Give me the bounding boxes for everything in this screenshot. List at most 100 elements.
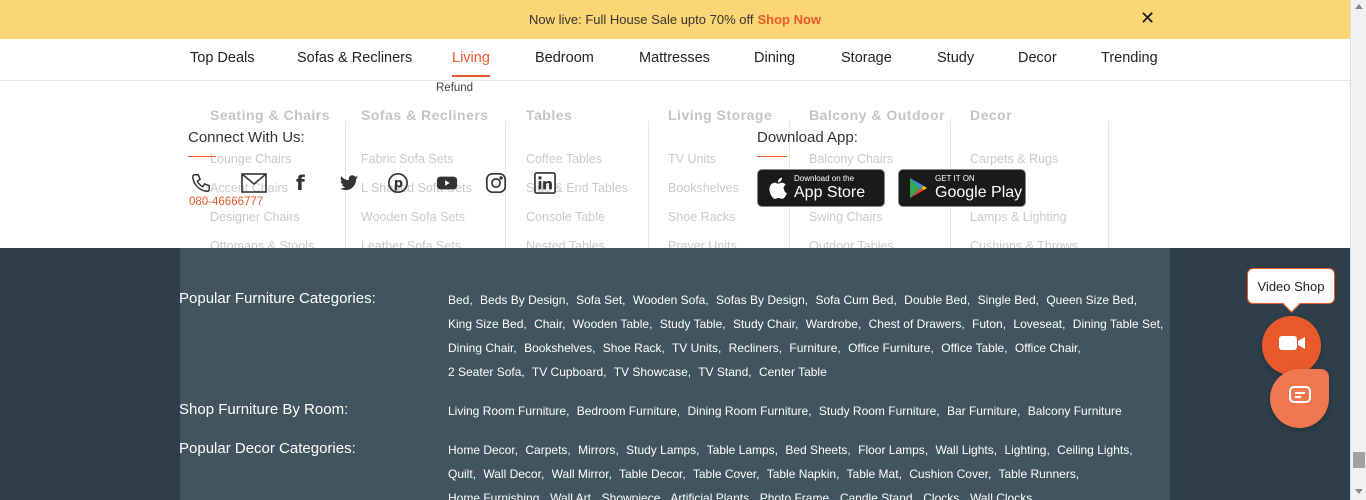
footer-link[interactable]: Bookshelves (524, 341, 592, 355)
footer-link[interactable]: Bed Sheets (785, 443, 847, 457)
mega-menu-item: Lounge Chairs (210, 152, 292, 166)
nav-item-living[interactable]: Living (452, 50, 490, 77)
footer-link[interactable]: Balcony Furniture (1028, 404, 1122, 418)
footer-link[interactable]: Sofa Set (576, 293, 622, 307)
close-icon[interactable]: ✕ (1140, 9, 1156, 27)
footer-link[interactable]: Table Runners (998, 467, 1075, 481)
nav-item-top-deals[interactable]: Top Deals (190, 50, 254, 66)
footer-link[interactable]: Wall Clocks (970, 491, 1032, 500)
nav-item-dining[interactable]: Dining (754, 50, 795, 66)
footer-link[interactable]: Floor Lamps (858, 443, 925, 457)
footer-link[interactable]: Futon (972, 317, 1003, 331)
footer-link[interactable]: TV Units (672, 341, 718, 355)
footer-link[interactable]: Wall Decor (483, 467, 541, 481)
scroll-up-arrow-icon[interactable] (1355, 4, 1363, 9)
footer-link[interactable]: Lighting (1004, 443, 1046, 457)
nav-item-study[interactable]: Study (937, 50, 974, 66)
footer-link[interactable]: Shoe Rack (603, 341, 662, 355)
pinterest-icon[interactable]: p (387, 172, 411, 196)
nav-item-sofas-recliners[interactable]: Sofas & Recliners (297, 50, 412, 66)
nav-item-trending[interactable]: Trending (1101, 50, 1158, 66)
footer-link[interactable]: Sofa Cum Bed (815, 293, 893, 307)
footer-link[interactable]: Table Decor (619, 467, 682, 481)
shop-now-link[interactable]: Shop Now (757, 12, 821, 27)
footer-link[interactable]: Wooden Table (573, 317, 649, 331)
footer-link[interactable]: Table Cover (693, 467, 756, 481)
phone-number[interactable]: 080-46666777 (189, 196, 263, 208)
footer-link[interactable]: Loveseat (1013, 317, 1062, 331)
footer-link[interactable]: Bed (448, 293, 469, 307)
footer-link[interactable]: Chair (534, 317, 562, 331)
footer-link[interactable]: Wall Mirror (552, 467, 609, 481)
footer-link[interactable]: Wall Art (550, 491, 591, 500)
footer-link[interactable]: TV Cupboard (532, 365, 603, 379)
mega-menu-column-title: Balcony & Outdoor (809, 107, 946, 123)
footer-link[interactable]: Wooden Sofa (633, 293, 706, 307)
linkedin-icon[interactable] (534, 172, 558, 196)
footer-link[interactable]: King Size Bed (448, 317, 523, 331)
footer-link[interactable]: Table Mat (847, 467, 899, 481)
footer-link[interactable]: 2 Seater Sofa (448, 365, 521, 379)
footer-link[interactable]: Study Lamps (626, 443, 696, 457)
footer-link[interactable]: Chest of Drawers (869, 317, 962, 331)
footer-link[interactable]: Candle Stand (840, 491, 913, 500)
footer-link[interactable]: Home Decor (448, 443, 515, 457)
video-shop-button[interactable] (1262, 316, 1321, 375)
footer-link[interactable]: Center Table (759, 365, 827, 379)
footer-link[interactable]: Mirrors (578, 443, 615, 457)
footer-link[interactable]: Study Room Furniture (819, 404, 936, 418)
scroll-thumb[interactable] (1353, 452, 1365, 468)
footer-link[interactable]: Beds By Design (480, 293, 565, 307)
footer-link[interactable]: Furniture (789, 341, 837, 355)
footer-link[interactable]: Sofas By Design (716, 293, 805, 307)
footer-link[interactable]: Quilt (448, 467, 473, 481)
instagram-icon[interactable] (485, 172, 509, 196)
footer-link[interactable]: TV Showcase (614, 365, 688, 379)
chat-button[interactable] (1270, 369, 1329, 428)
nav-item-storage[interactable]: Storage (841, 50, 892, 66)
google-play-badge[interactable]: GET IT ON Google Play (898, 169, 1026, 207)
footer-link[interactable]: Showpiece (602, 491, 661, 500)
scrollbar[interactable] (1350, 0, 1366, 500)
footer-link[interactable]: Ceiling Lights (1057, 443, 1129, 457)
footer-link[interactable]: Office Furniture (848, 341, 930, 355)
phone-icon[interactable] (190, 172, 214, 196)
footer-link[interactable]: Wall Lights (936, 443, 994, 457)
footer-link[interactable]: Bedroom Furniture (577, 404, 677, 418)
youtube-icon[interactable] (436, 172, 460, 196)
footer-link[interactable]: Cushion Cover (909, 467, 988, 481)
footer-link[interactable]: Carpets (525, 443, 567, 457)
footer-link[interactable]: Office Table (941, 341, 1004, 355)
footer-link[interactable]: Office Chair (1015, 341, 1077, 355)
footer-link[interactable]: Dining Table Set (1073, 317, 1160, 331)
footer-link[interactable]: Table Lamps (707, 443, 775, 457)
footer-link[interactable]: Home Furnishing (448, 491, 539, 500)
footer-link[interactable]: Study Table (660, 317, 723, 331)
footer-link[interactable]: Single Bed (978, 293, 1036, 307)
nav-item-decor[interactable]: Decor (1018, 50, 1057, 66)
footer-link[interactable]: Study Chair (733, 317, 795, 331)
twitter-icon[interactable] (338, 172, 362, 196)
footer-link[interactable]: Living Room Furniture (448, 404, 566, 418)
app-store-badge[interactable]: Download on the App Store (757, 169, 885, 207)
footer-link[interactable]: Dining Room Furniture (687, 404, 808, 418)
scroll-down-arrow-icon[interactable] (1355, 489, 1363, 494)
facebook-icon[interactable]: f (292, 171, 316, 196)
footer-link[interactable]: Dining Chair (448, 341, 513, 355)
mail-icon[interactable] (241, 172, 267, 196)
footer-link[interactable]: Double Bed (904, 293, 967, 307)
footer-link[interactable]: Queen Size Bed (1046, 293, 1133, 307)
footer-link[interactable]: Wardrobe (806, 317, 858, 331)
link-separator: , (562, 317, 566, 331)
footer-link[interactable]: TV Stand (698, 365, 748, 379)
footer-link[interactable]: Recliners (729, 341, 779, 355)
footer-link[interactable]: Artificial Plants (670, 491, 749, 500)
nav-sub-label: Refund (436, 82, 474, 94)
footer-link[interactable]: Clocks (923, 491, 959, 500)
nav-item-mattresses[interactable]: Mattresses (639, 50, 710, 66)
nav-item-bedroom[interactable]: Bedroom (535, 50, 594, 66)
footer-link[interactable]: Photo Frame (760, 491, 829, 500)
video-shop-tooltip[interactable]: Video Shop (1247, 268, 1335, 304)
footer-link[interactable]: Bar Furniture (947, 404, 1017, 418)
footer-link[interactable]: Table Napkin (767, 467, 836, 481)
